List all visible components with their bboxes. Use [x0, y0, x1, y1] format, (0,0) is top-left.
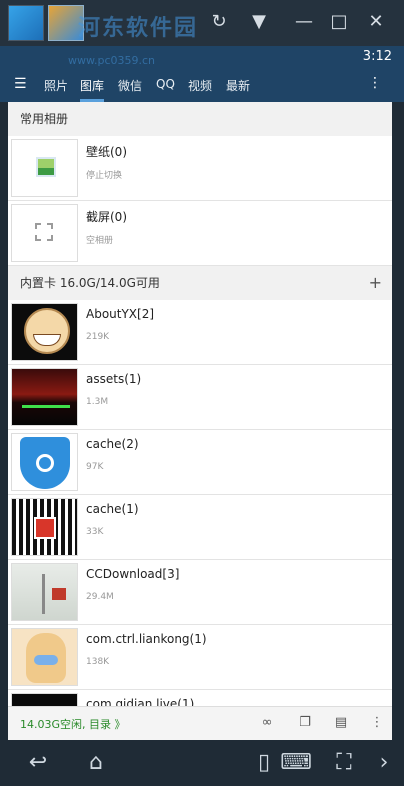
album-thumbnail — [11, 433, 78, 491]
album-title: cache(2) — [86, 437, 139, 451]
section-header-internal-storage: 内置卡 16.0G/14.0G可用 + — [8, 266, 392, 300]
album-thumbnail — [11, 628, 78, 686]
album-item-screenshots[interactable]: 截屏(0) 空相册 — [8, 201, 392, 266]
tab-photos[interactable]: 照片 — [44, 77, 68, 102]
album-thumbnail — [11, 368, 78, 426]
category-tab-bar: ☰ 照片 图库 微信 QQ 视频 最新 ⋮ — [0, 68, 404, 102]
copy-icon[interactable]: ❐ — [296, 715, 314, 730]
add-folder-button[interactable]: + — [369, 266, 382, 300]
section-header-common: 常用相册 — [8, 102, 392, 136]
album-size: 219K — [86, 332, 110, 342]
album-title: com.qidian.live(1) — [86, 697, 195, 706]
screenshot-thumbnail — [11, 204, 78, 262]
album-item[interactable]: CCDownload[3] 29.4M — [8, 560, 392, 625]
album-title: com.ctrl.liankong(1) — [86, 632, 207, 646]
wallpaper-thumbnail — [11, 139, 78, 197]
album-title: cache(1) — [86, 502, 139, 516]
album-size: 29.4M — [86, 592, 114, 602]
album-subtitle: 空相册 — [86, 236, 114, 246]
section-title: 内置卡 16.0G/14.0G可用 — [20, 276, 160, 290]
album-thumbnail — [11, 563, 78, 621]
watermark-url: www.pc0359.cn — [68, 54, 156, 67]
emulator-title-bar: 河东软件园 ↻ ▼ — □ ✕ — [0, 0, 404, 46]
album-title: AboutYX[2] — [86, 307, 155, 321]
storage-bottom-bar: 14.03G空闲, 目录 》 ∞ ❐ ▤ ⋮ — [8, 706, 392, 740]
more-options-icon[interactable]: ⋮ — [368, 715, 386, 730]
minimize-icon[interactable]: — — [290, 10, 318, 34]
sync-icon[interactable]: ↻ — [205, 10, 233, 34]
briefcase-icon[interactable]: ▤ — [332, 715, 350, 730]
album-title: assets(1) — [86, 372, 142, 386]
album-item[interactable]: com.ctrl.liankong(1) 138K — [8, 625, 392, 690]
home-icon[interactable]: ⌂ — [76, 750, 116, 776]
fullscreen-icon[interactable]: ⛶ — [324, 750, 364, 776]
album-thumbnail — [11, 693, 78, 706]
emulator-tab-home[interactable] — [8, 5, 44, 41]
tab-gallery[interactable]: 图库 — [80, 77, 105, 102]
album-subtitle: 停止切换 — [86, 171, 123, 181]
album-list[interactable]: 常用相册 壁纸(0) 停止切换 截屏(0) 空相册 内置卡 16.0G/14.0… — [8, 102, 392, 706]
keyboard-icon[interactable]: ⌨ — [276, 750, 316, 776]
album-title: CCDownload[3] — [86, 567, 180, 581]
maximize-icon[interactable]: □ — [325, 10, 353, 34]
back-icon[interactable]: ↩ — [18, 750, 58, 776]
section-title: 常用相册 — [20, 112, 69, 126]
album-size: 97K — [86, 462, 104, 472]
tab-latest[interactable]: 最新 — [226, 77, 250, 102]
overflow-menu-icon[interactable]: ⋮ — [368, 75, 382, 91]
album-item[interactable]: cache(2) 97K — [8, 430, 392, 495]
tab-qq[interactable]: QQ — [156, 77, 175, 102]
chevron-right-icon[interactable]: › — [364, 750, 404, 776]
watermark-text: 河东软件园 — [78, 16, 199, 41]
album-item[interactable]: com.qidian.live(1) — [8, 690, 392, 706]
album-item[interactable]: AboutYX[2] 219K — [8, 300, 392, 365]
album-thumbnail — [11, 303, 78, 361]
album-size: 138K — [86, 657, 110, 667]
tab-video[interactable]: 视频 — [188, 77, 212, 102]
album-size: 33K — [86, 527, 104, 537]
menu-icon[interactable]: ☰ — [14, 76, 27, 92]
album-size: 1.3M — [86, 397, 109, 407]
album-title: 截屏(0) — [86, 210, 127, 224]
album-item[interactable]: assets(1) 1.3M — [8, 365, 392, 430]
qr-code-thumbnail — [11, 498, 78, 556]
free-space-link[interactable]: 14.03G空闲, 目录 》 — [20, 716, 126, 732]
album-item[interactable]: cache(1) 33K — [8, 495, 392, 560]
tab-wechat[interactable]: 微信 — [118, 77, 142, 102]
android-nav-bar: ↩ ⌂ ▯ ⌨ ⛶ › — [0, 740, 404, 786]
link-icon[interactable]: ∞ — [258, 715, 276, 730]
album-title: 壁纸(0) — [86, 145, 127, 159]
album-item-wallpaper[interactable]: 壁纸(0) 停止切换 — [8, 136, 392, 201]
android-status-bar: 3:12 — [0, 46, 404, 68]
status-time: 3:12 — [362, 49, 392, 64]
dropdown-icon[interactable]: ▼ — [245, 10, 273, 34]
close-icon[interactable]: ✕ — [362, 10, 390, 34]
